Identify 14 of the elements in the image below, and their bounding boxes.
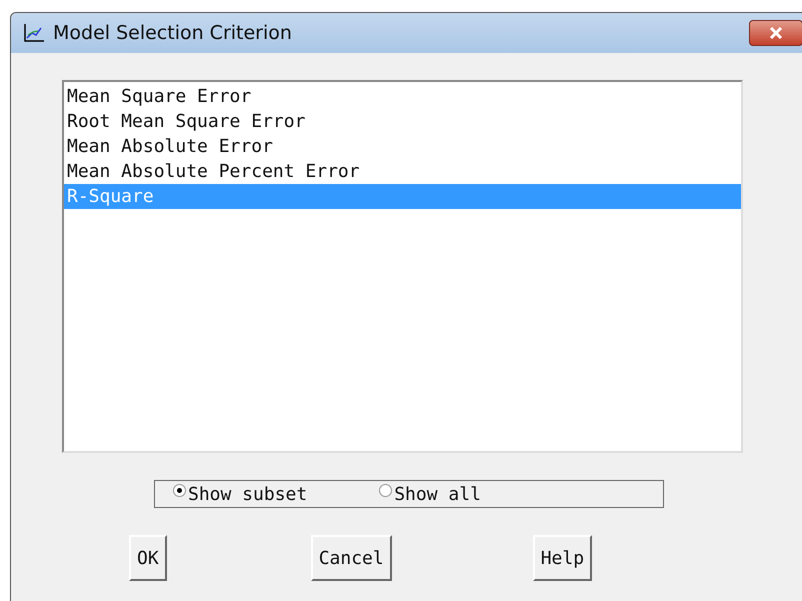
- radio-option[interactable]: Show subset: [173, 484, 308, 504]
- criteria-list[interactable]: Mean Square Error Root Mean Square Error Mean Absolute Error Mean Absolute Percent Error R-Square: [62, 80, 743, 453]
- radio-option[interactable]: Show all: [379, 484, 481, 504]
- list-item[interactable]: Mean Square Error: [64, 84, 741, 109]
- close-icon: [768, 27, 784, 39]
- chart-icon: [23, 23, 45, 43]
- dialog-button[interactable]: Help: [532, 535, 592, 581]
- list-item[interactable]: Mean Absolute Percent Error: [64, 159, 741, 184]
- dialog-button[interactable]: OK: [129, 535, 167, 581]
- window-title: Model Selection Criterion: [53, 22, 292, 44]
- list-item[interactable]: Root Mean Square Error: [64, 109, 741, 134]
- list-item[interactable]: Mean Absolute Error: [64, 134, 741, 159]
- dialog-button[interactable]: Cancel: [310, 535, 392, 581]
- close-button[interactable]: [749, 20, 802, 46]
